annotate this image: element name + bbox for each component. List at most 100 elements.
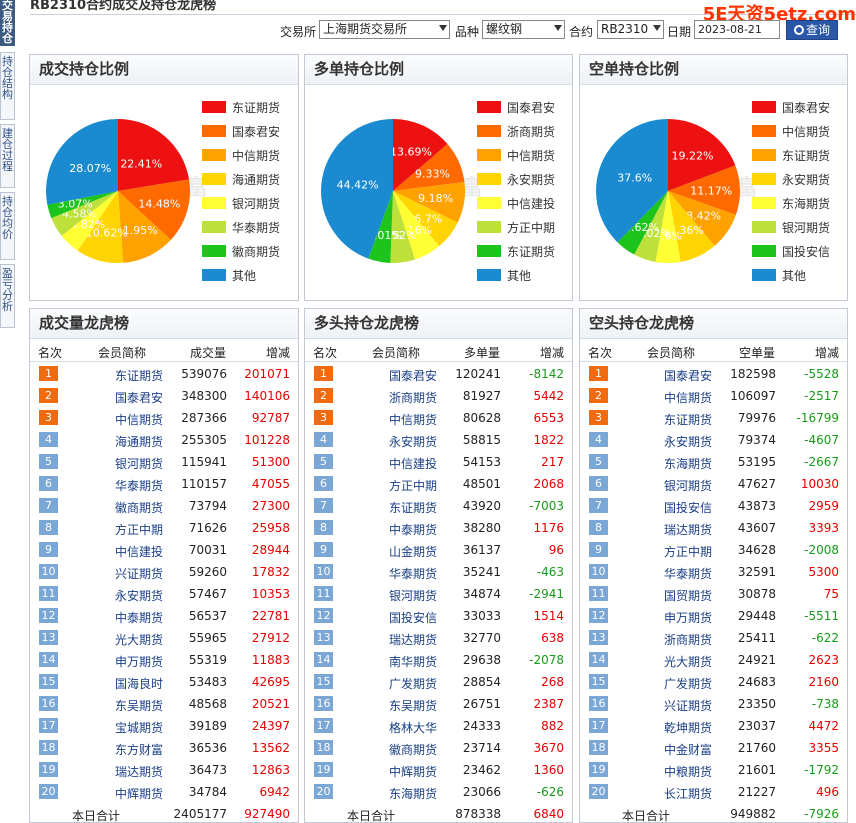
- table-row[interactable]: 16 东吴期货 48568 20521: [30, 693, 298, 715]
- member-name-link[interactable]: 中粮期货: [664, 763, 712, 780]
- pie-slice[interactable]: [118, 119, 190, 191]
- table-row[interactable]: 2 中信期货 106097 -2517: [580, 385, 847, 407]
- table-row[interactable]: 9 方正中期 34628 -2008: [580, 539, 847, 561]
- column-header[interactable]: 增减: [815, 344, 839, 361]
- table-row[interactable]: 11 银河期货 34874 -2941: [305, 583, 572, 605]
- column-header[interactable]: 名次: [588, 344, 612, 361]
- tab-position-structure[interactable]: 持仓结构: [0, 52, 15, 120]
- member-name-link[interactable]: 银河期货: [115, 455, 163, 472]
- member-name-link[interactable]: 徽商期货: [389, 741, 437, 758]
- member-name-link[interactable]: 东证期货: [664, 411, 712, 428]
- table-row[interactable]: 12 申万期货 29448 -5511: [580, 605, 847, 627]
- table-row[interactable]: 10 华泰期货 35241 -463: [305, 561, 572, 583]
- member-name-link[interactable]: 永安期货: [115, 587, 163, 604]
- table-row[interactable]: 7 东证期货 43920 -7003: [305, 495, 572, 517]
- member-name-link[interactable]: 东证期货: [389, 499, 437, 516]
- table-row[interactable]: 15 国海良时 53483 42695: [30, 671, 298, 693]
- member-name-link[interactable]: 中泰期货: [115, 609, 163, 626]
- member-name-link[interactable]: 方正中期: [664, 543, 712, 560]
- member-name-link[interactable]: 永安期货: [389, 433, 437, 450]
- table-row[interactable]: 2 浙商期货 81927 5442: [305, 385, 572, 407]
- column-header[interactable]: 增减: [540, 344, 564, 361]
- table-row[interactable]: 9 山金期货 36137 96: [305, 539, 572, 561]
- member-name-link[interactable]: 兴证期货: [115, 565, 163, 582]
- table-row[interactable]: 11 国贸期货 30878 75: [580, 583, 847, 605]
- member-name-link[interactable]: 光大期货: [115, 631, 163, 648]
- member-name-link[interactable]: 中辉期货: [389, 763, 437, 780]
- table-row[interactable]: 3 中信期货 287366 92787: [30, 407, 298, 429]
- table-row[interactable]: 12 国投安信 33033 1514: [305, 605, 572, 627]
- table-row[interactable]: 7 国投安信 43873 2959: [580, 495, 847, 517]
- table-row[interactable]: 14 申万期货 55319 11883: [30, 649, 298, 671]
- member-name-link[interactable]: 中信建投: [389, 455, 437, 472]
- table-row[interactable]: 17 格林大华 24333 882: [305, 715, 572, 737]
- member-name-link[interactable]: 徽商期货: [115, 499, 163, 516]
- table-row[interactable]: 4 海通期货 255305 101228: [30, 429, 298, 451]
- table-row[interactable]: 14 南华期货 29638 -2078: [305, 649, 572, 671]
- tab-profit-loss-analysis[interactable]: 盈亏分析: [0, 264, 15, 328]
- column-header[interactable]: 会员简称: [647, 344, 695, 361]
- table-row[interactable]: 18 中金财富 21760 3355: [580, 737, 847, 759]
- member-name-link[interactable]: 中辉期货: [115, 785, 163, 802]
- member-name-link[interactable]: 华泰期货: [115, 477, 163, 494]
- column-header[interactable]: 增减: [266, 344, 290, 361]
- table-row[interactable]: 16 兴证期货 23350 -738: [580, 693, 847, 715]
- member-name-link[interactable]: 东海期货: [664, 455, 712, 472]
- column-header[interactable]: 空单量: [739, 344, 775, 361]
- member-name-link[interactable]: 长江期货: [664, 785, 712, 802]
- member-name-link[interactable]: 中信期货: [389, 411, 437, 428]
- table-row[interactable]: 1 国泰君安 120241 -8142: [305, 363, 572, 385]
- member-name-link[interactable]: 华泰期货: [664, 565, 712, 582]
- column-header[interactable]: 多单量: [464, 344, 500, 361]
- tab-building-process[interactable]: 建仓过程: [0, 124, 15, 188]
- member-name-link[interactable]: 国海良时: [115, 675, 163, 692]
- member-name-link[interactable]: 中信期货: [664, 389, 712, 406]
- table-row[interactable]: 7 徽商期货 73794 27300: [30, 495, 298, 517]
- member-name-link[interactable]: 海通期货: [115, 433, 163, 450]
- member-name-link[interactable]: 瑞达期货: [115, 763, 163, 780]
- member-name-link[interactable]: 瑞达期货: [389, 631, 437, 648]
- member-name-link[interactable]: 中金财富: [664, 741, 712, 758]
- member-name-link[interactable]: 国泰君安: [115, 389, 163, 406]
- contract-select[interactable]: RB2310: [597, 20, 664, 39]
- table-row[interactable]: 8 瑞达期货 43607 3393: [580, 517, 847, 539]
- table-row[interactable]: 19 中粮期货 21601 -1792: [580, 759, 847, 781]
- table-row[interactable]: 16 东吴期货 26751 2387: [305, 693, 572, 715]
- member-name-link[interactable]: 方正中期: [115, 521, 163, 538]
- table-row[interactable]: 17 宝城期货 39189 24397: [30, 715, 298, 737]
- member-name-link[interactable]: 东海期货: [389, 785, 437, 802]
- tab-average-position-price[interactable]: 持仓均价: [0, 192, 15, 260]
- table-row[interactable]: 13 光大期货 55965 27912: [30, 627, 298, 649]
- table-row[interactable]: 17 乾坤期货 23037 4472: [580, 715, 847, 737]
- table-row[interactable]: 1 东证期货 539076 201071: [30, 363, 298, 385]
- table-row[interactable]: 15 广发期货 28854 268: [305, 671, 572, 693]
- member-name-link[interactable]: 东证期货: [115, 367, 163, 384]
- member-name-link[interactable]: 永安期货: [664, 433, 712, 450]
- member-name-link[interactable]: 光大期货: [664, 653, 712, 670]
- table-row[interactable]: 1 国泰君安 182598 -5528: [580, 363, 847, 385]
- member-name-link[interactable]: 国泰君安: [664, 367, 712, 384]
- member-name-link[interactable]: 国投安信: [389, 609, 437, 626]
- table-row[interactable]: 5 中信建投 54153 217: [305, 451, 572, 473]
- table-row[interactable]: 20 中辉期货 34784 6942: [30, 781, 298, 803]
- table-row[interactable]: 2 国泰君安 348300 140106: [30, 385, 298, 407]
- table-row[interactable]: 10 华泰期货 32591 5300: [580, 561, 847, 583]
- table-row[interactable]: 9 中信建投 70031 28944: [30, 539, 298, 561]
- table-row[interactable]: 18 东方财富 36536 13562: [30, 737, 298, 759]
- member-name-link[interactable]: 银河期货: [664, 477, 712, 494]
- table-row[interactable]: 20 东海期货 23066 -626: [305, 781, 572, 803]
- member-name-link[interactable]: 申万期货: [664, 609, 712, 626]
- member-name-link[interactable]: 银河期货: [389, 587, 437, 604]
- member-name-link[interactable]: 中信建投: [115, 543, 163, 560]
- member-name-link[interactable]: 国投安信: [664, 499, 712, 516]
- table-row[interactable]: 4 永安期货 79374 -4607: [580, 429, 847, 451]
- member-name-link[interactable]: 华泰期货: [389, 565, 437, 582]
- table-row[interactable]: 10 兴证期货 59260 17832: [30, 561, 298, 583]
- variety-select[interactable]: 螺纹钢: [482, 20, 565, 39]
- member-name-link[interactable]: 中信期货: [115, 411, 163, 428]
- table-row[interactable]: 4 永安期货 58815 1822: [305, 429, 572, 451]
- table-row[interactable]: 3 中信期货 80628 6553: [305, 407, 572, 429]
- table-row[interactable]: 3 东证期货 79976 -16799: [580, 407, 847, 429]
- query-button[interactable]: 查询: [786, 20, 838, 40]
- date-input[interactable]: 2023-08-21: [694, 20, 780, 39]
